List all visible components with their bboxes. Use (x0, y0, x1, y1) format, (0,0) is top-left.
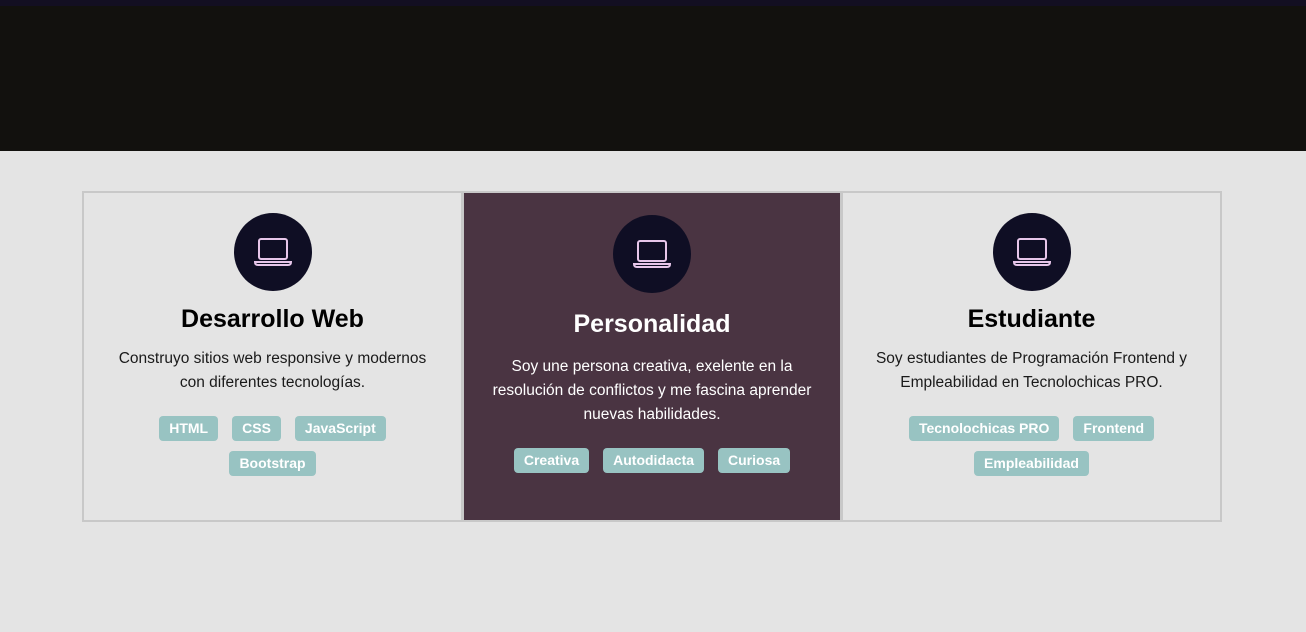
icon-circle (992, 213, 1071, 291)
card-estudiante: Estudiante Soy estudiantes de Programaci… (842, 191, 1222, 522)
card-description: Construyo sitios web responsive y modern… (118, 350, 427, 391)
tag-empleabilidad: Empleabilidad (974, 451, 1089, 476)
tag-list: Creativa Autodidacta Curiosa (487, 448, 817, 473)
card-desarrollo-web: Desarrollo Web Construyo sitios web resp… (82, 191, 462, 522)
tag-autodidacta: Autodidacta (603, 448, 705, 473)
card-title: Estudiante (967, 305, 1096, 333)
tag-frontend: Frontend (1073, 416, 1155, 441)
card-title: Personalidad (573, 310, 731, 338)
tag-javascript: JavaScript (294, 416, 386, 441)
laptop-icon (253, 238, 292, 266)
tag-css: CSS (232, 416, 281, 441)
hero-banner (0, 6, 1306, 151)
card-description: Soy estudiantes de Programación Frontend… (875, 350, 1188, 391)
card-personalidad: Personalidad Soy une persona creativa, e… (462, 191, 842, 522)
tag-list: Tecnolochicas PRO Frontend Empleabilidad (867, 416, 1197, 476)
tag-list: HTML CSS JavaScript Bootstrap (108, 416, 438, 476)
icon-circle (233, 213, 312, 291)
icon-circle (613, 215, 691, 293)
tag-tecnolochicas-pro: Tecnolochicas PRO (908, 416, 1060, 441)
skills-cards: Desarrollo Web Construyo sitios web resp… (82, 191, 1222, 522)
card-description: Soy une persona creativa, exelente en la… (492, 358, 812, 423)
laptop-icon (1012, 238, 1051, 266)
tag-html: HTML (159, 416, 219, 441)
tag-curiosa: Curiosa (718, 448, 791, 473)
laptop-icon (632, 240, 672, 268)
card-title: Desarrollo Web (181, 305, 364, 333)
tag-creativa: Creativa (513, 448, 590, 473)
tag-bootstrap: Bootstrap (229, 451, 316, 476)
